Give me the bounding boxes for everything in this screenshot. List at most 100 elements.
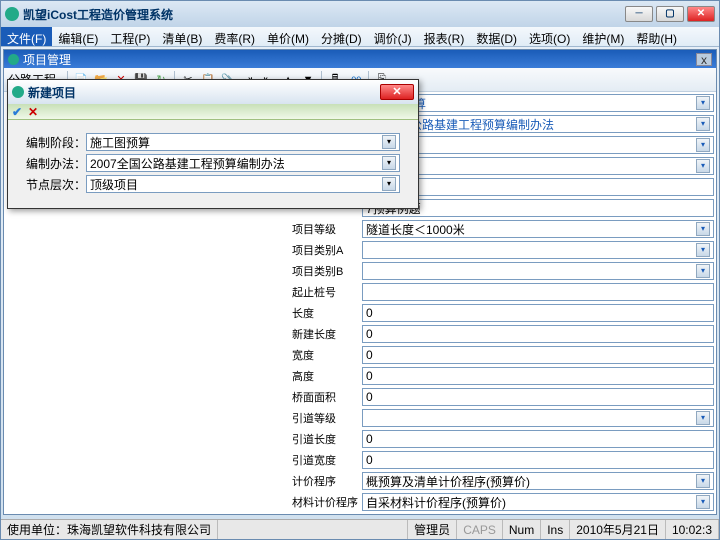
field-input[interactable]: ▾ xyxy=(362,409,714,427)
menu-help[interactable]: 帮助(H) xyxy=(630,27,683,46)
field-label: 计价程序 xyxy=(292,473,362,489)
subwindow-title: 项目管理 xyxy=(23,51,71,68)
chevron-down-icon[interactable]: ▾ xyxy=(382,135,396,149)
field-label: 项目类别B xyxy=(292,263,362,279)
field-label: 宽度 xyxy=(292,347,362,363)
form-row: 新建长度0 xyxy=(292,324,714,344)
caps-cell: CAPS xyxy=(457,520,503,539)
chevron-down-icon[interactable]: ▾ xyxy=(382,156,396,170)
field-input[interactable]: ▾ xyxy=(362,241,714,259)
field-label: 引道宽度 xyxy=(292,452,362,468)
chevron-down-icon[interactable]: ▾ xyxy=(696,96,710,110)
form-row: 宽度0 xyxy=(292,345,714,365)
field-label: 长度 xyxy=(292,305,362,321)
field-label: 引道等级 xyxy=(292,410,362,426)
subwindow-close-button[interactable]: x xyxy=(696,53,712,66)
method-label: 编制办法： xyxy=(26,155,86,172)
chevron-down-icon[interactable]: ▾ xyxy=(696,474,710,488)
stage-label: 编制阶段： xyxy=(26,134,86,151)
subwindow-titlebar: 项目管理 x xyxy=(4,50,716,68)
chevron-down-icon[interactable]: ▾ xyxy=(696,138,710,152)
field-label: 项目等级 xyxy=(292,221,362,237)
field-label: 新建长度 xyxy=(292,326,362,342)
dialog-icon xyxy=(12,86,24,98)
form-row: 长度0 xyxy=(292,303,714,323)
field-input[interactable]: 自采材料计价程序(预算价)▾ xyxy=(362,493,714,511)
stage-select[interactable]: 施工图预算▾ xyxy=(86,133,400,151)
menu-list[interactable]: 清单(B) xyxy=(156,27,208,46)
statusbar: 使用单位：珠海凯望软件科技有限公司 管理员 CAPS Num Ins 2010年… xyxy=(1,519,719,539)
field-label: 桥面面积 xyxy=(292,389,362,405)
form-row: 材料计价程序自采材料计价程序(预算价)▾ xyxy=(292,492,714,512)
chevron-down-icon[interactable]: ▾ xyxy=(696,117,710,131)
maximize-button[interactable]: ▢ xyxy=(656,6,684,22)
menubar: 文件(F) 编辑(E) 工程(P) 清单(B) 费率(R) 单价(M) 分摊(D… xyxy=(1,27,719,47)
chevron-down-icon[interactable]: ▾ xyxy=(696,243,710,257)
user-cell: 管理员 xyxy=(408,520,457,539)
menu-unitprice[interactable]: 单价(M) xyxy=(261,27,315,46)
field-input[interactable]: 隧道长度＜1000米▾ xyxy=(362,220,714,238)
menu-rate[interactable]: 费率(R) xyxy=(208,27,261,46)
close-button[interactable]: ✕ xyxy=(687,6,715,22)
ins-cell: Ins xyxy=(541,520,570,539)
chevron-down-icon[interactable]: ▾ xyxy=(696,264,710,278)
field-input[interactable] xyxy=(362,283,714,301)
dialog-close-button[interactable]: ✕ xyxy=(380,84,414,100)
menu-file[interactable]: 文件(F) xyxy=(1,27,52,46)
confirm-icon[interactable]: ✔ xyxy=(12,105,28,119)
menu-adjust[interactable]: 调价(J) xyxy=(368,27,418,46)
subwindow-icon xyxy=(8,54,19,65)
unit-value: 珠海凯望软件科技有限公司 xyxy=(67,521,211,538)
chevron-down-icon[interactable]: ▾ xyxy=(696,411,710,425)
app-title: 凯望iCost工程造价管理系统 xyxy=(23,6,173,23)
chevron-down-icon[interactable]: ▾ xyxy=(696,495,710,509)
menu-options[interactable]: 选项(O) xyxy=(523,27,576,46)
new-project-dialog: 新建项目 ✕ ✔ ✕ 编制阶段： 施工图预算▾ 编制办法： 2007全国公路基建… xyxy=(7,79,419,209)
unit-label: 使用单位： xyxy=(7,521,67,538)
minimize-button[interactable]: ─ xyxy=(625,6,653,22)
menu-distribute[interactable]: 分摊(D) xyxy=(315,27,368,46)
chevron-down-icon[interactable]: ▾ xyxy=(382,177,396,191)
menu-report[interactable]: 报表(R) xyxy=(418,27,471,46)
dialog-toolbar: ✔ ✕ xyxy=(8,104,418,120)
field-label: 起止桩号 xyxy=(292,284,362,300)
field-input[interactable]: 0 xyxy=(362,451,714,469)
menu-data[interactable]: 数据(D) xyxy=(470,27,523,46)
time-cell: 10:02:3 xyxy=(666,520,719,539)
level-label: 节点层次： xyxy=(26,176,86,193)
form-row: 引道等级 ▾ xyxy=(292,408,714,428)
dialog-title: 新建项目 xyxy=(28,84,76,101)
field-label: 引道长度 xyxy=(292,431,362,447)
field-label: 材料计价程序 xyxy=(292,494,362,510)
menu-maintain[interactable]: 维护(M) xyxy=(576,27,630,46)
date-cell: 2010年5月21日 xyxy=(570,520,666,539)
dialog-titlebar: 新建项目 ✕ xyxy=(8,80,418,104)
form-row: 项目类别B ▾ xyxy=(292,261,714,281)
form-row: 项目类别A ▾ xyxy=(292,240,714,260)
field-input[interactable]: 0 xyxy=(362,346,714,364)
field-input[interactable]: 概预算及清单计价程序(预算价)▾ xyxy=(362,472,714,490)
field-label: 高度 xyxy=(292,368,362,384)
chevron-down-icon[interactable]: ▾ xyxy=(696,222,710,236)
chevron-down-icon[interactable]: ▾ xyxy=(696,159,710,173)
cancel-icon[interactable]: ✕ xyxy=(28,105,44,119)
field-input[interactable]: 0 xyxy=(362,304,714,322)
method-select[interactable]: 2007全国公路基建工程预算编制办法▾ xyxy=(86,154,400,172)
num-cell: Num xyxy=(503,520,541,539)
menu-edit[interactable]: 编辑(E) xyxy=(52,27,104,46)
menu-project[interactable]: 工程(P) xyxy=(104,27,156,46)
field-input[interactable]: 0 xyxy=(362,430,714,448)
app-logo-icon xyxy=(5,7,19,21)
field-input[interactable]: ▾ xyxy=(362,262,714,280)
field-input[interactable]: 0 xyxy=(362,388,714,406)
field-input[interactable]: 0 xyxy=(362,325,714,343)
field-input[interactable]: 0 xyxy=(362,367,714,385)
app-titlebar: 凯望iCost工程造价管理系统 ─ ▢ ✕ xyxy=(1,1,719,27)
level-select[interactable]: 顶级项目▾ xyxy=(86,175,400,193)
form-row: 项目等级隧道长度＜1000米▾ xyxy=(292,219,714,239)
field-label: 项目类别A xyxy=(292,242,362,258)
form-row: 引道长度0 xyxy=(292,429,714,449)
form-row: 引道宽度0 xyxy=(292,450,714,470)
form-row: 计价程序概预算及清单计价程序(预算价)▾ xyxy=(292,471,714,491)
form-row: 起止桩号 xyxy=(292,282,714,302)
